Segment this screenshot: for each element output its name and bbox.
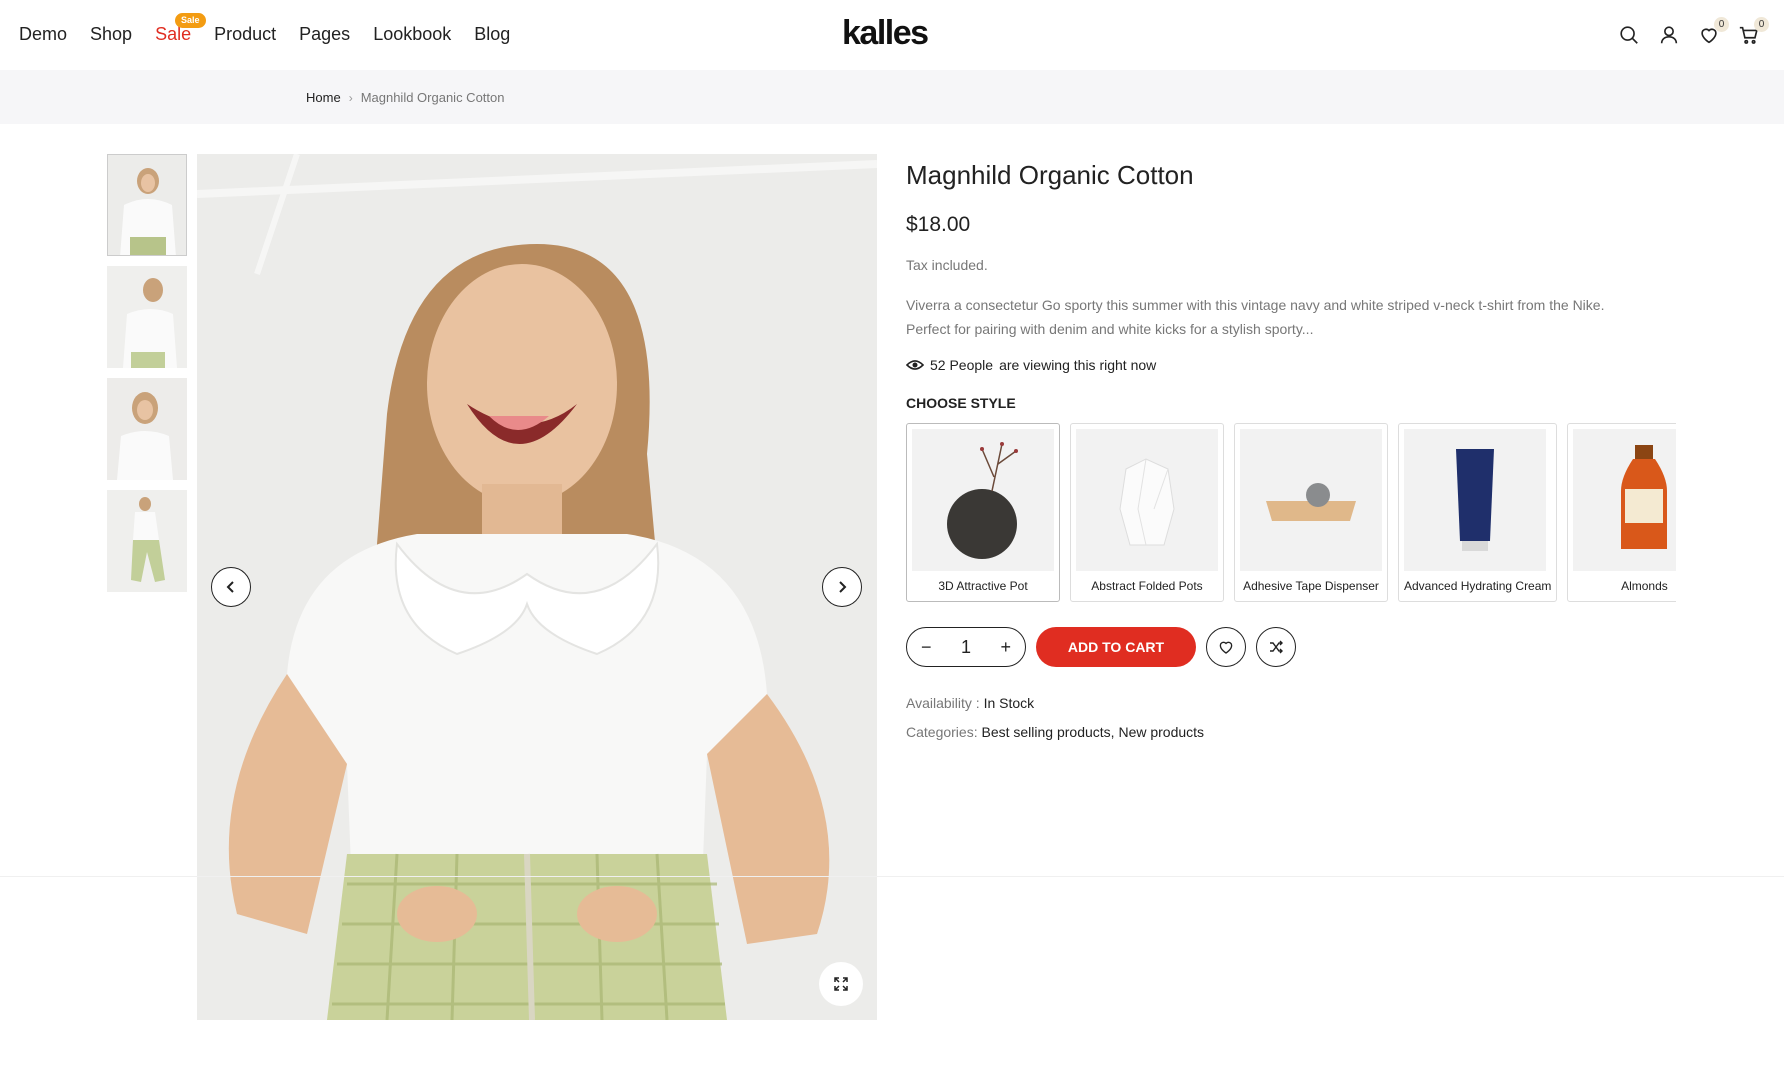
product-info: Magnhild Organic Cotton $18.00 Tax inclu…	[906, 160, 1676, 747]
header-icons: 0 0	[1616, 17, 1769, 48]
availability-label: Availability :	[906, 695, 980, 711]
add-to-cart-button[interactable]: ADD TO CART	[1036, 627, 1196, 667]
zoom-image-button[interactable]	[819, 962, 863, 1006]
site-logo[interactable]: kalles	[842, 14, 929, 53]
nav-item-demo[interactable]: Demo	[19, 24, 67, 45]
minus-icon[interactable]: −	[921, 637, 932, 658]
prev-image-button[interactable]	[211, 567, 251, 607]
style-image	[1573, 429, 1676, 571]
chevron-left-icon	[226, 581, 234, 593]
category-link-new-products[interactable]: New products	[1118, 724, 1204, 740]
live-viewers: 52 People are viewing this right now	[906, 357, 1676, 373]
compare-button[interactable]	[1256, 627, 1296, 667]
thumbnail-2[interactable]	[107, 266, 187, 368]
style-swatches: 3D Attractive Pot Abstract Folded Pots A…	[906, 423, 1676, 602]
purchase-actions: − 1 + ADD TO CART	[906, 627, 1676, 667]
style-image	[1404, 429, 1546, 571]
cart-icon[interactable]: 0	[1736, 17, 1769, 48]
product-photo	[197, 154, 877, 1020]
next-image-button[interactable]	[822, 567, 862, 607]
site-header: Demo Shop Sale Product Pages Lookbook Bl…	[0, 0, 1784, 70]
user-icon[interactable]	[1656, 22, 1682, 48]
product-meta: Availability : In Stock Categories: Best…	[906, 689, 1676, 747]
search-icon[interactable]	[1616, 22, 1642, 48]
thumbnail-1[interactable]	[107, 154, 187, 256]
plus-icon[interactable]: +	[1000, 637, 1011, 658]
style-name: 3D Attractive Pot	[938, 579, 1028, 593]
breadcrumb-current: Magnhild Organic Cotton	[360, 90, 505, 105]
quantity-stepper: − 1 +	[906, 627, 1026, 667]
nav-item-product[interactable]: Product	[214, 24, 276, 45]
main-nav: Demo Shop Sale Product Pages Lookbook Bl…	[19, 24, 533, 45]
product-title: Magnhild Organic Cotton	[906, 160, 1194, 190]
chevron-right-icon	[839, 581, 847, 593]
style-option-abstract-folded-pots[interactable]: Abstract Folded Pots	[1070, 423, 1224, 602]
choose-style-label: CHOOSE STYLE	[906, 395, 1016, 411]
wishlist-count-badge: 0	[1714, 17, 1729, 32]
style-image	[912, 429, 1054, 571]
product-description: Viverra a consectetur Go sporty this sum…	[906, 297, 1605, 337]
style-name: Advanced Hydrating Cream	[1404, 579, 1552, 593]
add-to-wishlist-button[interactable]	[1206, 627, 1246, 667]
style-option-almonds[interactable]: Almonds	[1567, 423, 1676, 602]
style-name: Abstract Folded Pots	[1091, 579, 1203, 593]
style-option-adhesive-tape-dispenser[interactable]: Adhesive Tape Dispenser	[1234, 423, 1388, 602]
breadcrumb-bar: Home › Magnhild Organic Cotton	[0, 70, 1784, 124]
main-product-image[interactable]	[197, 154, 877, 1020]
chevron-right-icon: ›	[348, 90, 353, 105]
style-option-3d-attractive-pot[interactable]: 3D Attractive Pot	[906, 423, 1060, 602]
availability-row: Availability : In Stock	[906, 689, 1676, 718]
style-image	[1240, 429, 1382, 571]
eye-icon	[906, 360, 924, 370]
quantity-value[interactable]: 1	[961, 637, 971, 658]
cart-count-badge: 0	[1754, 17, 1769, 32]
style-option-advanced-hydrating-cream[interactable]: Advanced Hydrating Cream	[1398, 423, 1558, 602]
viewing-text: are viewing this right now	[999, 357, 1157, 373]
style-name: Adhesive Tape Dispenser	[1243, 579, 1379, 593]
section-divider	[0, 876, 1784, 877]
nav-item-shop[interactable]: Shop	[90, 24, 132, 45]
category-link-best-selling[interactable]: Best selling products	[981, 724, 1110, 740]
shuffle-icon	[1270, 640, 1283, 654]
nav-item-blog[interactable]: Blog	[474, 24, 510, 45]
categories-row: Categories: Best selling products, New p…	[906, 718, 1676, 747]
thumbnail-3[interactable]	[107, 378, 187, 480]
expand-icon	[834, 977, 848, 991]
product-price: $18.00	[906, 213, 971, 236]
nav-item-pages[interactable]: Pages	[299, 24, 350, 45]
breadcrumb: Home › Magnhild Organic Cotton	[306, 90, 505, 105]
heart-icon	[1219, 641, 1233, 654]
thumbnail-strip	[107, 154, 187, 602]
thumbnail-4[interactable]	[107, 490, 187, 592]
wishlist-heart-icon[interactable]: 0	[1696, 17, 1729, 48]
style-name: Almonds	[1621, 579, 1668, 593]
availability-value: In Stock	[983, 695, 1035, 711]
viewing-count: 52 People	[930, 357, 994, 373]
nav-item-lookbook[interactable]: Lookbook	[373, 24, 451, 45]
style-image	[1076, 429, 1218, 571]
sale-badge: Sale	[175, 13, 206, 28]
tax-note: Tax included.	[906, 257, 988, 273]
breadcrumb-home-link[interactable]: Home	[306, 90, 341, 105]
categories-label: Categories:	[906, 724, 978, 740]
